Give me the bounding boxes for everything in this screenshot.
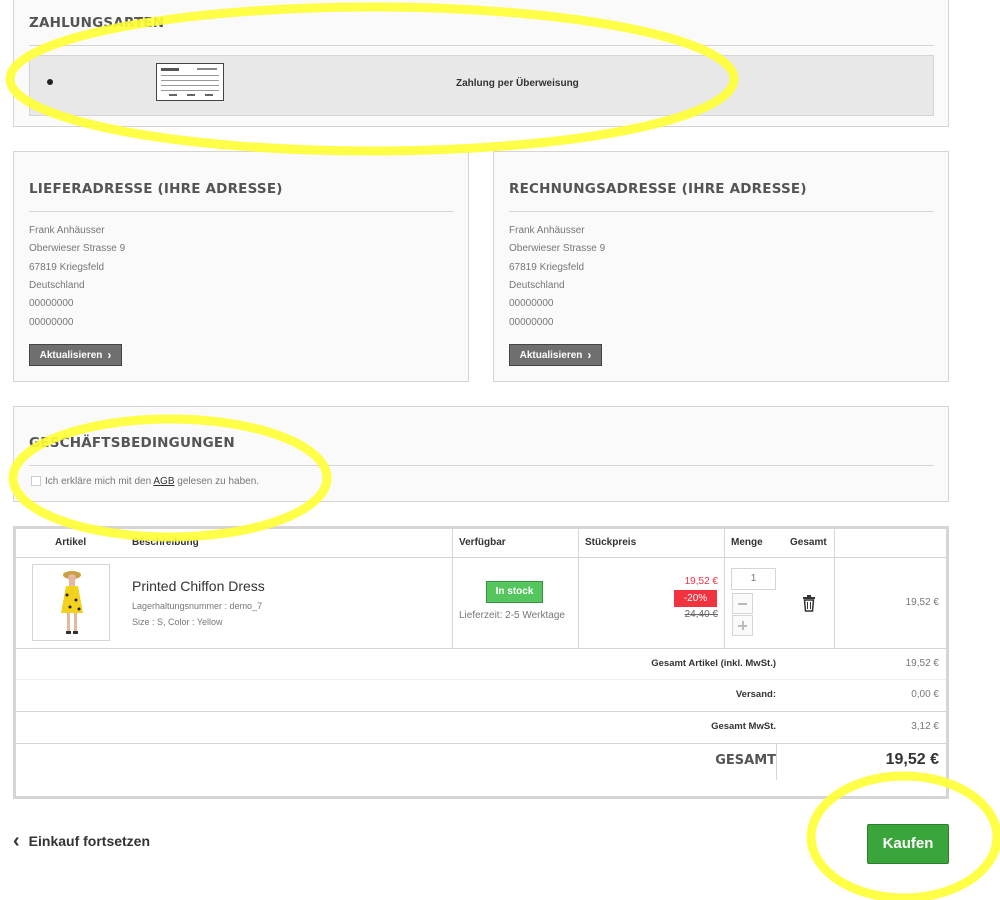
product-sku: Lagerhaltungsnummer : demo_7 (132, 601, 263, 611)
terms-text: Ich erkläre mich mit den AGB gelesen zu … (45, 476, 259, 487)
discount-badge: -20% (674, 590, 717, 607)
unit-price: 19,52 € (684, 576, 718, 587)
delivery-country: Deutschland (29, 280, 85, 291)
billing-street: Oberwieser Strasse 9 (509, 243, 606, 254)
col-header-beschreibung: Beschreibung (132, 537, 199, 548)
continue-shopping-link[interactable]: ‹ Einkauf fortsetzen (13, 831, 150, 851)
buy-button[interactable]: Kaufen (867, 824, 949, 864)
billing-name: Frank Anhäusser (509, 225, 585, 236)
products-total-value: 19,52 € (905, 658, 939, 669)
delivery-update-button[interactable]: Aktualisieren › (29, 344, 122, 366)
terms-heading: GESCHÄFTSBEDINGUNGEN (29, 435, 235, 451)
billing-phone: 00000000 (509, 298, 554, 309)
col-header-verfuegbar: Verfügbar (459, 537, 506, 548)
plus-icon (738, 621, 747, 630)
shipping-label: Versand: (735, 689, 776, 700)
payment-option-bank-transfer[interactable]: Zahlung per Überweisung (29, 55, 934, 116)
terms-divider (29, 465, 934, 466)
dress-image-icon (61, 571, 83, 634)
total-row-divider (776, 744, 777, 780)
billing-mobile: 00000000 (509, 317, 554, 328)
delivery-phone: 00000000 (29, 298, 74, 309)
shipping-value: 0,00 € (911, 689, 939, 700)
product-name[interactable]: Printed Chiffon Dress (132, 578, 265, 594)
quantity-input[interactable]: 1 (731, 568, 776, 590)
old-price: 24,40 € (684, 609, 718, 620)
delivery-city: 67819 Kriegsfeld (29, 262, 105, 273)
billing-country: Deutschland (509, 280, 565, 291)
billing-address-heading: RECHNUNGSADRESSE (IHRE ADRESSE) (509, 181, 807, 197)
products-total-label: Gesamt Artikel (inkl. MwSt.) (651, 658, 776, 669)
payment-divider (29, 45, 934, 46)
col-header-menge: Menge (731, 537, 763, 548)
tax-total-label: Gesamt MwSt. (711, 721, 776, 732)
terms-agb-link[interactable]: AGB (153, 476, 174, 487)
quantity-decrease-button[interactable] (732, 593, 753, 614)
grand-total-label: GESAMT (715, 753, 776, 768)
col-header-artikel: Artikel (55, 537, 87, 548)
chevron-left-icon: ‹ (13, 830, 20, 852)
grand-total-value: 19,52 € (885, 751, 939, 768)
product-attributes: Size : S, Color : Yellow (132, 617, 223, 627)
bank-transfer-form-icon (156, 63, 224, 101)
quantity-increase-button[interactable] (732, 615, 753, 636)
minus-icon (738, 602, 747, 605)
tax-total-value: 3,12 € (911, 721, 939, 732)
billing-city: 67819 Kriegsfeld (509, 262, 585, 273)
trash-icon (803, 595, 815, 612)
terms-text-before: Ich erkläre mich mit den (45, 476, 152, 487)
delete-item-button[interactable] (801, 594, 817, 612)
payment-option-label[interactable]: Zahlung per Überweisung (456, 78, 579, 89)
summary-divider (16, 679, 946, 680)
continue-shopping-label: Einkauf fortsetzen (28, 833, 151, 849)
stock-badge: In stock (486, 581, 543, 603)
billing-update-button[interactable]: Aktualisieren › (509, 344, 602, 366)
chevron-right-icon: › (587, 348, 592, 362)
chevron-right-icon: › (107, 348, 112, 362)
col-header-gesamt: Gesamt (790, 537, 827, 548)
delivery-address-heading: LIEFERADRESSE (IHRE ADRESSE) (29, 181, 283, 197)
item-total: 19,52 € (905, 597, 939, 608)
billing-divider (509, 211, 934, 212)
summary-divider (16, 711, 946, 712)
billing-update-label: Aktualisieren (519, 349, 583, 361)
terms-text-after: gelesen zu haben. (177, 476, 260, 487)
payment-heading: ZAHLUNGSARTEN (29, 15, 165, 31)
terms-checkbox[interactable] (31, 476, 41, 486)
radio-bullet-icon[interactable] (47, 79, 53, 85)
delivery-time: Lieferzeit: 2-5 Werktage (459, 610, 565, 621)
delivery-update-label: Aktualisieren (39, 349, 103, 361)
summary-divider (16, 648, 946, 649)
delivery-divider (29, 211, 454, 212)
summary-divider (16, 743, 946, 744)
delivery-name: Frank Anhäusser (29, 225, 105, 236)
delivery-mobile: 00000000 (29, 317, 74, 328)
product-image[interactable] (32, 564, 110, 641)
col-header-stueckpreis: Stückpreis (585, 537, 637, 548)
delivery-street: Oberwieser Strasse 9 (29, 243, 126, 254)
terms-section (13, 406, 949, 502)
